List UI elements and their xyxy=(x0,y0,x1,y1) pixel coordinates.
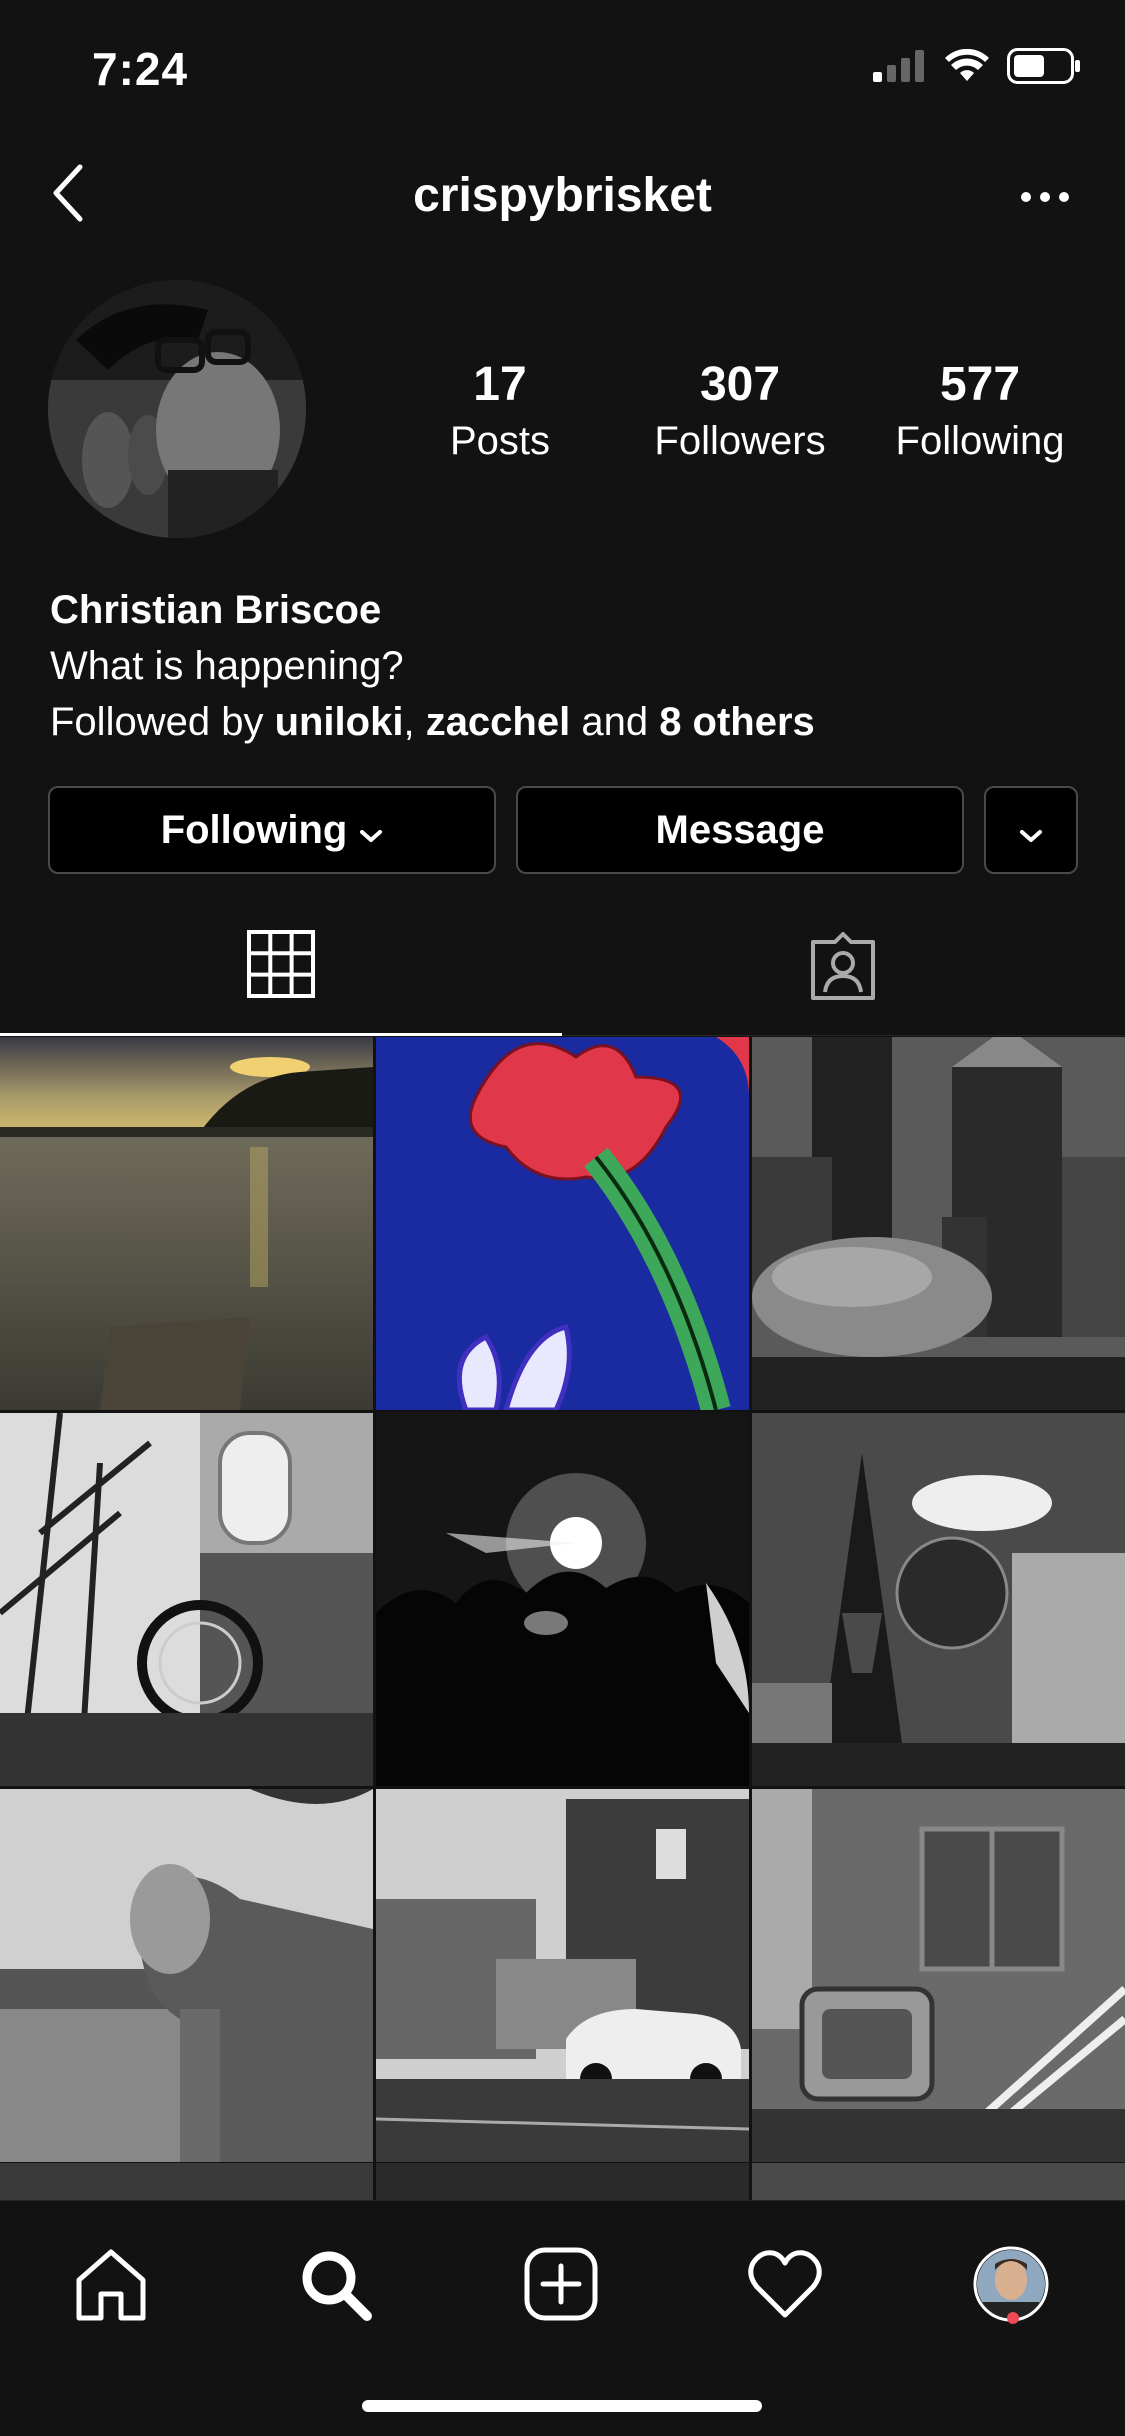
following-button-label: Following xyxy=(160,807,348,852)
stat-posts[interactable]: 17 Posts xyxy=(380,355,620,467)
profile-bio-text: What is happening? xyxy=(50,644,404,688)
followed-by-line[interactable]: Followed by uniloki, zacchel and 8 other… xyxy=(50,694,1090,750)
post-thumbnail-red-flower-lantern[interactable] xyxy=(376,1037,749,1410)
search-icon xyxy=(297,2246,373,2327)
post-thumbnail-chicago-bean-skyline[interactable] xyxy=(752,1037,1125,1410)
home-indicator[interactable] xyxy=(362,2400,762,2412)
followed-by-user-2[interactable]: zacchel xyxy=(426,700,571,744)
post-thumbnail-las-vegas-eiffel[interactable] xyxy=(752,1413,1125,1786)
post-thumbnail-bicycle-propane-tank[interactable] xyxy=(0,1413,373,1786)
followed-by-others[interactable]: 8 others xyxy=(659,700,815,744)
profile-username: crispybrisket xyxy=(413,169,712,222)
notification-dot xyxy=(1007,2312,1019,2324)
post-thumbnail-wooden-troll-sculpture[interactable] xyxy=(0,1789,373,2162)
profile-tabs xyxy=(0,900,1125,1036)
stat-following[interactable]: 577 Following xyxy=(860,355,1100,467)
grid-icon xyxy=(246,929,316,1004)
followed-by-prefix: Followed by xyxy=(50,700,275,744)
stat-posts-value: 17 xyxy=(473,358,527,411)
stat-following-label: Following xyxy=(895,419,1065,463)
post-thumbnail-discarded-tv[interactable] xyxy=(752,1789,1125,2162)
post-thumbnail-peek[interactable] xyxy=(0,2163,373,2200)
followed-by-user-1[interactable]: uniloki xyxy=(275,700,404,744)
post-thumbnail-peek[interactable] xyxy=(752,2163,1125,2200)
more-dots-icon xyxy=(1020,190,1070,208)
status-time: 7:24 xyxy=(92,43,189,95)
new-post-icon xyxy=(523,2246,599,2327)
post-thumbnail-lake-sunset[interactable] xyxy=(0,1037,373,1410)
profile-display-name: Christian Briscoe xyxy=(50,588,382,632)
profile-header: crispybrisket xyxy=(0,150,1125,250)
nav-profile[interactable] xyxy=(956,2231,1066,2341)
heart-icon xyxy=(747,2249,823,2324)
profile-avatar-large[interactable] xyxy=(48,280,306,538)
chevron-down-icon xyxy=(359,808,383,853)
stat-followers-label: Followers xyxy=(654,419,826,463)
chevron-down-icon xyxy=(1019,808,1043,853)
wifi-icon xyxy=(945,48,989,88)
nav-home[interactable] xyxy=(56,2231,166,2341)
nav-new-post[interactable] xyxy=(506,2231,616,2341)
grid-tab[interactable] xyxy=(0,900,562,1036)
posts-grid-next-row xyxy=(0,2163,1125,2200)
signal-icon xyxy=(873,50,927,87)
post-thumbnail-peek[interactable] xyxy=(376,2163,749,2200)
profile-bio: Christian Briscoe What is happening? Fol… xyxy=(50,582,1090,750)
post-thumbnail-street-building-car[interactable] xyxy=(376,1789,749,2162)
following-button[interactable]: Following xyxy=(48,786,496,874)
tagged-tab[interactable] xyxy=(562,900,1124,1036)
profile-actions: Following Message xyxy=(48,786,1078,874)
nav-activity[interactable] xyxy=(730,2231,840,2341)
post-thumbnail-concert-crowd-light[interactable] xyxy=(376,1413,749,1786)
status-bar: 7:24 xyxy=(0,0,1125,132)
stat-following-value: 577 xyxy=(939,358,1021,411)
followed-by-separator: , xyxy=(403,700,426,744)
stat-followers[interactable]: 307 Followers xyxy=(620,355,860,467)
message-button-label: Message xyxy=(655,807,825,852)
stat-followers-value: 307 xyxy=(699,358,781,411)
home-icon xyxy=(73,2246,149,2327)
profile-stats: 17 Posts 307 Followers 577 Following xyxy=(380,355,1100,467)
tagged-person-icon xyxy=(807,930,879,1007)
suggested-accounts-button[interactable] xyxy=(984,786,1078,874)
message-button[interactable]: Message xyxy=(516,786,964,874)
stat-posts-label: Posts xyxy=(449,419,551,463)
status-icons xyxy=(873,48,1081,89)
battery-icon xyxy=(1007,48,1081,89)
nav-search[interactable] xyxy=(280,2231,390,2341)
more-options-button[interactable] xyxy=(1005,174,1085,224)
followed-by-conjunction: and xyxy=(570,700,660,744)
